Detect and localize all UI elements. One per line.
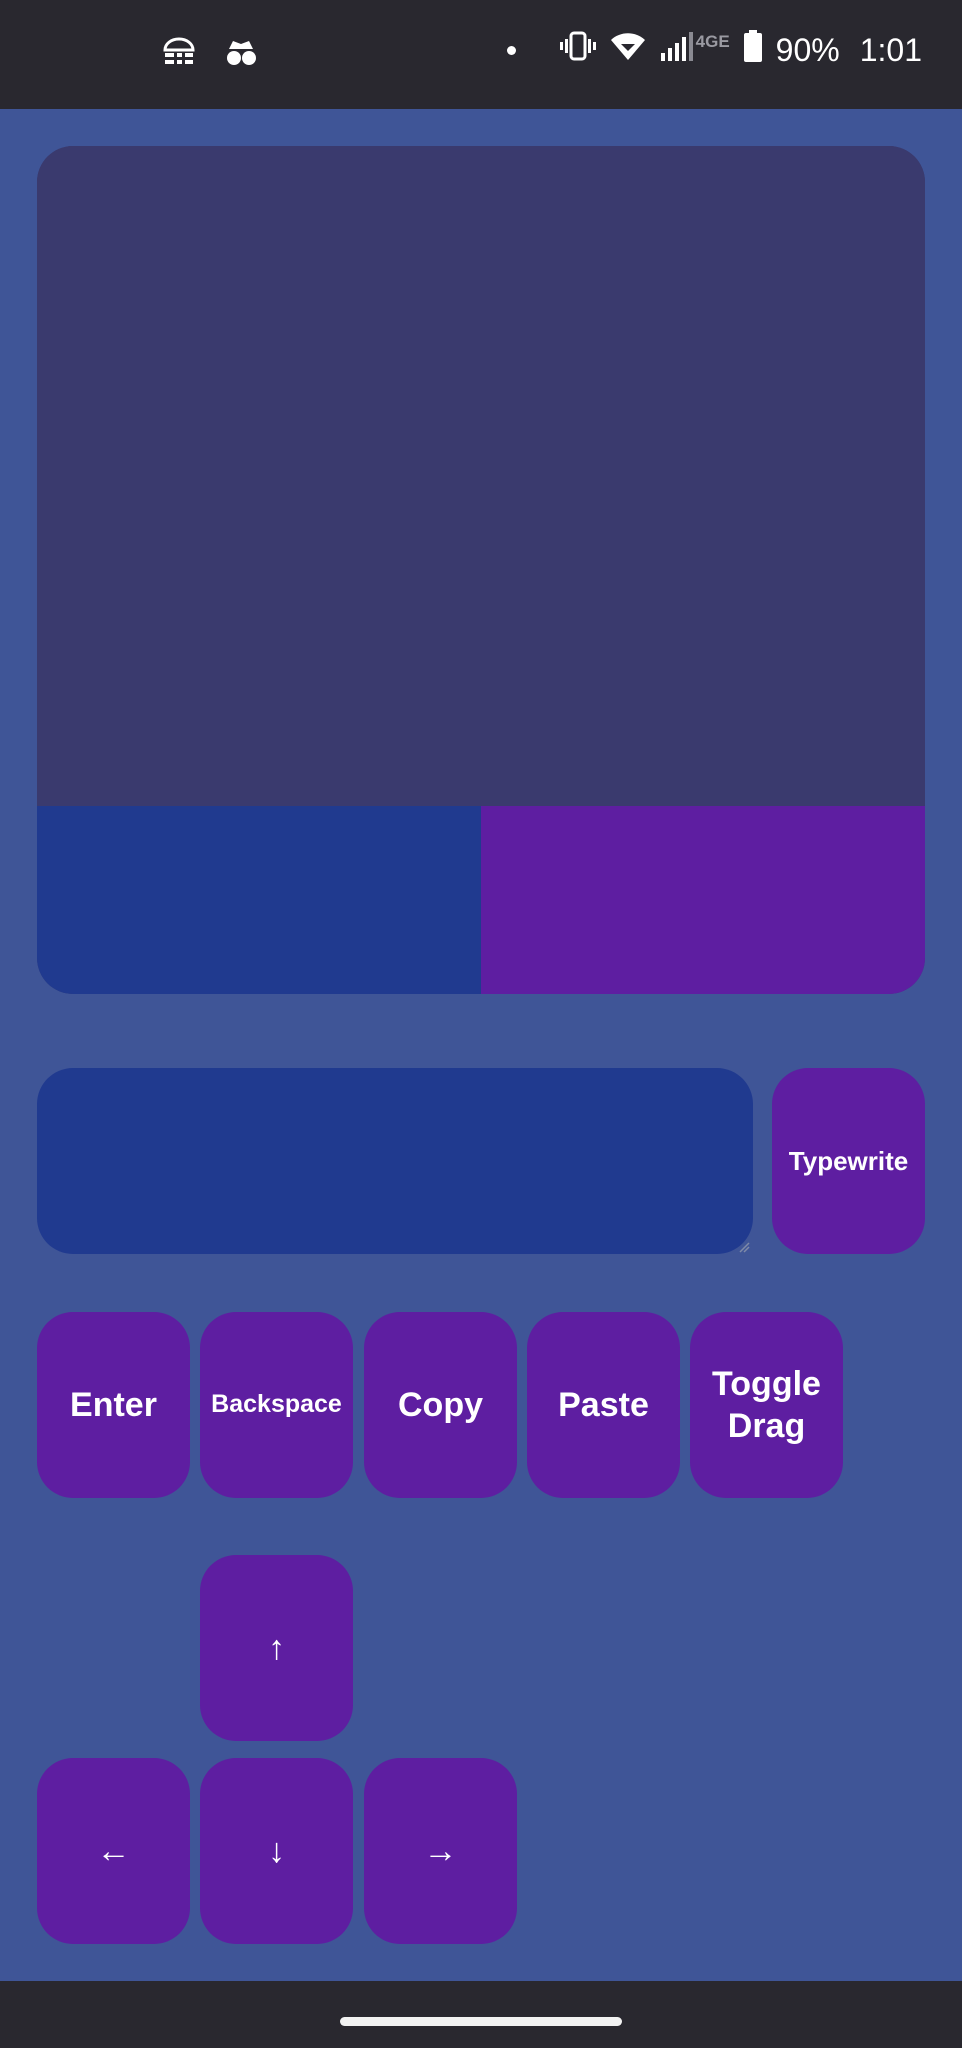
arrow-down-button[interactable]: ↓ — [200, 1758, 353, 1944]
backspace-button[interactable]: Backspace — [200, 1312, 353, 1498]
touchpad-surface[interactable] — [37, 146, 925, 806]
notification-dot-icon — [506, 45, 516, 55]
navigation-bar — [0, 1981, 962, 2048]
touchpad-right-click-button[interactable] — [481, 806, 925, 994]
enter-button[interactable]: Enter — [37, 1312, 190, 1498]
network-type-label: 4GE — [695, 32, 730, 51]
battery-icon — [743, 30, 762, 70]
status-bar: 4GE 90% 1:01 — [0, 0, 962, 109]
battery-percent: 90% — [775, 31, 840, 68]
arrow-up-button[interactable]: ↑ — [200, 1555, 353, 1741]
wifi-icon — [610, 31, 646, 69]
paste-button[interactable]: Paste — [527, 1312, 680, 1498]
textarea-resize-grip-icon[interactable] — [738, 1240, 750, 1253]
status-right-icons: 4GE 90% 1:01 — [506, 30, 922, 70]
status-left-icons — [162, 37, 258, 74]
status-clock: 1:01 — [859, 31, 922, 68]
text-input[interactable] — [37, 1068, 753, 1254]
home-gesture-handle[interactable] — [340, 2017, 622, 2026]
vibrate-icon — [559, 31, 596, 69]
typewrite-button[interactable]: Typewrite — [772, 1068, 925, 1254]
signal-icon — [660, 31, 694, 69]
data-saver-icon — [162, 37, 196, 74]
touchpad-left-click-button[interactable] — [37, 806, 481, 994]
toggle-drag-button[interactable]: Toggle Drag — [690, 1312, 843, 1498]
arrow-left-button[interactable]: ← — [37, 1758, 190, 1944]
copy-button[interactable]: Copy — [364, 1312, 517, 1498]
touchpad[interactable] — [37, 146, 925, 994]
arrow-right-button[interactable]: → — [364, 1758, 517, 1944]
incognito-icon — [224, 39, 258, 72]
